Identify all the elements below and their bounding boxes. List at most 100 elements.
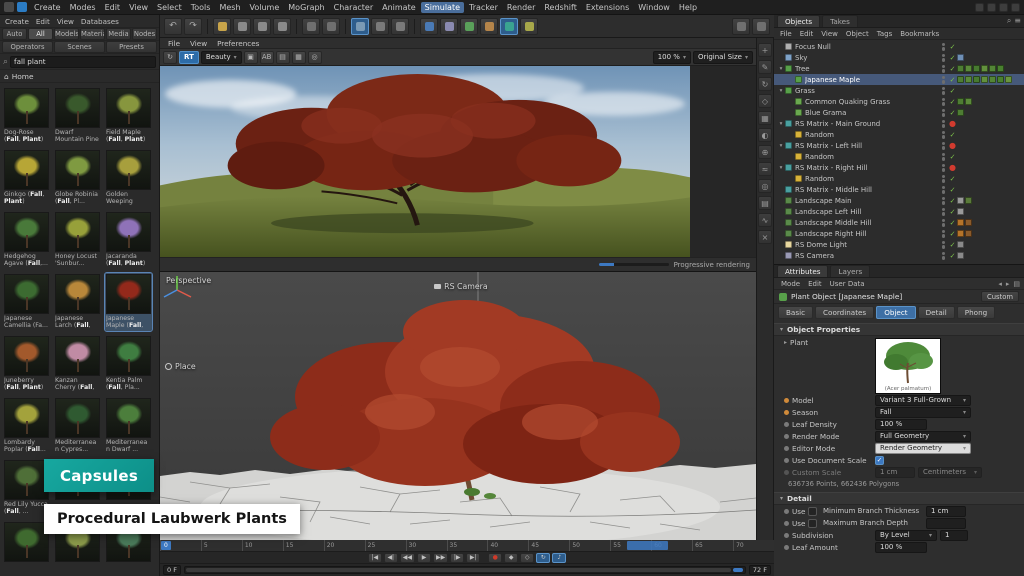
preview-range-marker[interactable] bbox=[627, 541, 668, 550]
keyframe-selection-button[interactable]: ◇ bbox=[520, 553, 534, 563]
subdivision-level-field[interactable]: 1 bbox=[940, 530, 968, 541]
enabled-check-icon[interactable]: ✓ bbox=[948, 54, 957, 62]
menu-help[interactable]: Help bbox=[675, 2, 701, 13]
render-visibility-dot[interactable] bbox=[942, 212, 946, 216]
menu-window[interactable]: Window bbox=[634, 2, 674, 13]
asset-tab-scenes[interactable]: Scenes bbox=[54, 41, 105, 53]
editor-mode-dropdown[interactable]: Render Geometry▾ bbox=[875, 443, 971, 454]
asset-menu-view[interactable]: View bbox=[54, 16, 77, 27]
object-row[interactable]: Random✓ bbox=[774, 173, 1024, 184]
menu-view[interactable]: View bbox=[125, 2, 152, 13]
object-row[interactable]: Landscape Left Hill✓ bbox=[774, 206, 1024, 217]
asset-item[interactable] bbox=[3, 521, 50, 576]
workspace-icon[interactable] bbox=[975, 3, 984, 12]
render-menu-preferences[interactable]: Preferences bbox=[213, 38, 263, 49]
material-tag-icon[interactable] bbox=[989, 65, 996, 72]
asset-tab-nodes[interactable]: Nodes bbox=[132, 28, 157, 40]
attr-tab-detail[interactable]: Detail bbox=[918, 306, 955, 319]
editor-visibility-dot[interactable] bbox=[942, 65, 946, 69]
editor-visibility-dot[interactable] bbox=[942, 230, 946, 234]
pen-spline-icon[interactable] bbox=[440, 18, 458, 35]
enabled-check-icon[interactable]: ✓ bbox=[948, 76, 957, 84]
editor-visibility-dot[interactable] bbox=[942, 175, 946, 179]
asset-item[interactable]: Kanzan Cherry (Fall, ... bbox=[54, 335, 101, 393]
home-icon[interactable]: ⌂ bbox=[4, 72, 9, 81]
render-visibility-dot[interactable] bbox=[942, 234, 946, 238]
menu-modes[interactable]: Modes bbox=[66, 2, 100, 13]
rt-button[interactable]: RT bbox=[179, 51, 199, 64]
editor-visibility-dot[interactable] bbox=[942, 131, 946, 135]
asset-item[interactable]: Japanese Camellia (Fa... bbox=[3, 273, 50, 331]
collapse-arrow-icon[interactable]: ▾ bbox=[777, 143, 785, 149]
object-row[interactable]: ▾Grass✓ bbox=[774, 85, 1024, 96]
tab-takes[interactable]: Takes bbox=[822, 15, 858, 27]
enabled-check-icon[interactable]: ✓ bbox=[948, 87, 957, 95]
spline-tool-icon[interactable]: ∿ bbox=[758, 213, 772, 227]
goto-start-button[interactable]: |◀ bbox=[368, 553, 382, 563]
object-menu-file[interactable]: File bbox=[777, 30, 795, 38]
enabled-check-icon[interactable]: ✓ bbox=[948, 241, 957, 249]
material-tag-icon[interactable] bbox=[965, 65, 972, 72]
use-document-scale-checkbox[interactable]: ✓ bbox=[875, 456, 884, 465]
enabled-check-icon[interactable]: ✓ bbox=[948, 175, 957, 183]
attr-tab-coordinates[interactable]: Coordinates bbox=[815, 306, 874, 319]
keyframe-dot-icon[interactable] bbox=[784, 545, 789, 550]
target-icon[interactable]: ◎ bbox=[758, 179, 772, 193]
asset-item[interactable]: Field Maple (Fall, Plant) bbox=[105, 87, 152, 145]
asset-item[interactable]: Mediterranean Dwarf ... bbox=[105, 397, 152, 455]
render-visibility-dot[interactable] bbox=[942, 201, 946, 205]
c4d-logo-icon[interactable] bbox=[17, 2, 27, 12]
render-visibility-dot[interactable] bbox=[942, 245, 946, 249]
material-tag-icon[interactable] bbox=[965, 98, 972, 105]
render-visibility-dot[interactable] bbox=[942, 124, 946, 128]
keyframe-dot-icon[interactable] bbox=[784, 458, 789, 463]
asset-tab-models[interactable]: Models bbox=[54, 28, 79, 40]
maxon-logo-icon[interactable] bbox=[4, 2, 14, 12]
use-min-branch-checkbox[interactable] bbox=[808, 507, 817, 516]
menu-volume[interactable]: Volume bbox=[246, 2, 284, 13]
object-row[interactable]: Random✓ bbox=[774, 129, 1024, 140]
material-tag-icon[interactable] bbox=[973, 65, 980, 72]
render-visibility-dot[interactable] bbox=[942, 146, 946, 150]
disabled-icon[interactable]: ● bbox=[948, 141, 957, 150]
loop-button[interactable]: ↻ bbox=[536, 553, 550, 563]
object-row[interactable]: Landscape Main✓ bbox=[774, 195, 1024, 206]
object-row[interactable]: Landscape Middle Hill✓ bbox=[774, 217, 1024, 228]
ab-compare-icon[interactable]: AB bbox=[260, 51, 274, 64]
material-tag-icon[interactable] bbox=[965, 230, 972, 237]
editor-visibility-dot[interactable] bbox=[942, 120, 946, 124]
tab-attributes[interactable]: Attributes bbox=[777, 265, 828, 277]
viewport-layout-icon[interactable] bbox=[732, 18, 750, 35]
material-tag-icon[interactable] bbox=[965, 76, 972, 83]
editor-visibility-dot[interactable] bbox=[942, 164, 946, 168]
menu-edit[interactable]: Edit bbox=[101, 2, 125, 13]
material-tag-icon[interactable] bbox=[957, 98, 964, 105]
keyframe-dot-icon[interactable] bbox=[784, 422, 789, 427]
expand-icon[interactable]: ▸ bbox=[784, 339, 787, 346]
material-tag-icon[interactable] bbox=[997, 65, 1004, 72]
enabled-check-icon[interactable]: ✓ bbox=[948, 208, 957, 216]
material-tag-icon[interactable] bbox=[957, 230, 964, 237]
menu-character[interactable]: Character bbox=[330, 2, 378, 13]
leaf-density-field[interactable]: 100 % bbox=[875, 419, 927, 430]
section-detail[interactable]: ▾ Detail bbox=[774, 492, 1024, 505]
render-visibility-dot[interactable] bbox=[942, 102, 946, 106]
custom-scale-unit-dropdown[interactable]: Centimeters▾ bbox=[918, 467, 982, 478]
max-branch-field[interactable] bbox=[926, 518, 966, 529]
object-row[interactable]: ▾RS Matrix - Main Ground● bbox=[774, 118, 1024, 129]
editor-visibility-dot[interactable] bbox=[942, 87, 946, 91]
object-row[interactable]: RS Dome Light✓ bbox=[774, 239, 1024, 250]
sound-button[interactable]: ♪ bbox=[552, 553, 566, 563]
layout-icon[interactable] bbox=[999, 3, 1008, 12]
object-row[interactable]: ▾RS Matrix - Left Hill● bbox=[774, 140, 1024, 151]
editor-visibility-dot[interactable] bbox=[942, 208, 946, 212]
deformer-icon[interactable]: ≈ bbox=[758, 162, 772, 176]
asset-item[interactable]: Mediterranean Cypres... bbox=[54, 397, 101, 455]
last-tool-icon[interactable] bbox=[302, 18, 320, 35]
asset-tab-materials[interactable]: Materials bbox=[80, 28, 105, 40]
keyframe-dot-icon[interactable] bbox=[784, 446, 789, 451]
menu-icon[interactable]: ≡ bbox=[1014, 16, 1021, 26]
render-view-icon[interactable] bbox=[351, 18, 369, 35]
material-tag-icon[interactable] bbox=[973, 76, 980, 83]
material-tag-icon[interactable] bbox=[957, 219, 964, 226]
